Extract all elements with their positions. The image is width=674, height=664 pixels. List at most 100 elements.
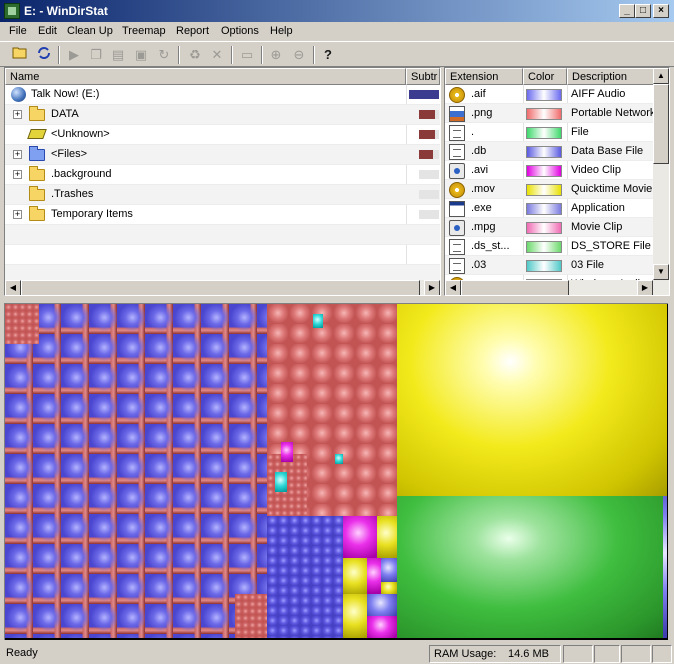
scroll-right-icon[interactable]: ▶ (637, 280, 653, 295)
treemap-cell-mov-files[interactable] (381, 582, 397, 594)
windirstat-app-icon[interactable] (4, 3, 20, 19)
extension-color-swatch (526, 260, 562, 272)
extension-row[interactable]: .mpg Movie Clip (445, 218, 653, 237)
tree-horizontal-scrollbar[interactable]: ◀ ▶ (5, 280, 440, 295)
toolbar-separator (231, 46, 233, 64)
file-type-icon (449, 220, 465, 236)
scrollbar-thumb[interactable] (461, 280, 569, 295)
toolbar-separator (313, 46, 315, 64)
close-button[interactable]: × (653, 4, 669, 18)
tree-row[interactable] (5, 225, 440, 245)
extension-horizontal-scrollbar[interactable]: ◀ ▶ (445, 280, 669, 295)
treemap-cell-png-files[interactable] (5, 304, 39, 344)
expand-toggle-icon[interactable]: + (13, 110, 22, 119)
extension-row[interactable]: .03 03 File (445, 256, 653, 275)
file-type-icon (449, 106, 465, 122)
menu-file[interactable]: File (9, 25, 27, 37)
treemap-cell-mov-files[interactable] (343, 594, 367, 638)
extension-row[interactable]: . File (445, 123, 653, 142)
menu-clean-up[interactable]: Clean Up (67, 25, 113, 37)
treemap-cell-avi-files[interactable] (367, 616, 397, 638)
extension-row[interactable]: .aif AIFF Audio (445, 85, 653, 104)
treemap-cell-aif-files[interactable] (5, 304, 267, 638)
scroll-right-icon[interactable]: ▶ (424, 280, 440, 295)
help-icon[interactable]: ? (317, 45, 339, 65)
extension-row[interactable]: .ds_st... DS_STORE File (445, 237, 653, 256)
scroll-left-icon[interactable]: ◀ (5, 280, 21, 295)
extension-row[interactable]: .png Portable Network Graphics (445, 104, 653, 123)
run-icon[interactable]: ▶ (63, 45, 85, 65)
tree-row[interactable]: + <Files> (5, 145, 440, 165)
menu-report[interactable]: Report (176, 25, 209, 37)
expand-toggle-icon[interactable]: + (13, 210, 22, 219)
delete-icon[interactable]: ✕ (206, 45, 228, 65)
column-header-description[interactable]: Description (567, 68, 655, 85)
extension-name: . (471, 126, 475, 138)
refresh-selected-icon[interactable]: ↻ (153, 45, 175, 65)
extension-row[interactable]: .avi Video Clip (445, 161, 653, 180)
treemap-cell-avi-files[interactable] (281, 442, 293, 462)
treemap-cell-03-files[interactable] (275, 472, 287, 492)
file-type-icon (449, 182, 465, 198)
scroll-left-icon[interactable]: ◀ (445, 280, 461, 295)
treemap-cell-avi-files[interactable] (367, 558, 381, 594)
treemap-cell-mov-files[interactable] (343, 558, 367, 594)
scroll-down-icon[interactable]: ▼ (653, 264, 669, 280)
explorer-icon[interactable]: ▤ (107, 45, 129, 65)
copy-path-icon[interactable]: ❐ (85, 45, 107, 65)
treemap-cell-png-files[interactable] (267, 454, 307, 516)
treemap[interactable] (4, 303, 668, 640)
ram-usage-panel: RAM Usage: 14.6 MB (429, 645, 561, 663)
extension-row[interactable]: .exe Application (445, 199, 653, 218)
tree-row[interactable]: Talk Now! (E:) (5, 85, 440, 105)
extension-list-pane: Extension Color Description .aif AIFF Aud… (444, 67, 670, 296)
treemap-cell-mov-file[interactable] (397, 304, 667, 496)
scroll-up-icon[interactable]: ▲ (653, 68, 669, 84)
refresh-icon[interactable] (33, 45, 55, 65)
menu-edit[interactable]: Edit (38, 25, 57, 37)
treemap-cell-png-files[interactable] (235, 594, 267, 638)
tree-row[interactable]: + Temporary Items (5, 205, 440, 225)
menu-help[interactable]: Help (270, 25, 293, 37)
extension-row[interactable]: .mov Quicktime Movie (445, 180, 653, 199)
size-grip-icon[interactable] (652, 645, 672, 663)
open-folder-icon[interactable] (9, 45, 31, 65)
new-folder-icon[interactable]: ▭ (236, 45, 258, 65)
command-prompt-icon[interactable]: ▣ (130, 45, 152, 65)
expand-toggle-icon[interactable]: + (13, 150, 22, 159)
expand-toggle-icon[interactable]: + (13, 170, 22, 179)
tree-row[interactable]: + .background (5, 165, 440, 185)
extension-color-swatch (526, 127, 562, 139)
treemap-cell-avi-files[interactable] (343, 516, 377, 558)
column-header-subtree[interactable]: Subtr (406, 68, 440, 85)
treemap-cell-exe-files[interactable] (381, 558, 397, 582)
extension-color-swatch (526, 146, 562, 158)
menu-bar: File Edit Clean Up Treemap Report Option… (0, 22, 674, 41)
zoom-in-icon[interactable]: ⊕ (265, 45, 287, 65)
treemap-cell-03-files[interactable] (313, 314, 323, 328)
minimize-button[interactable]: _ (619, 4, 635, 18)
menu-options[interactable]: Options (221, 25, 259, 37)
extension-row[interactable]: .db Data Base File (445, 142, 653, 161)
maximize-button[interactable]: □ (635, 4, 651, 18)
zoom-out-icon[interactable]: ⊖ (288, 45, 310, 65)
treemap-cell-mov-files[interactable] (377, 516, 397, 558)
treemap-cell-exe-files[interactable] (367, 594, 397, 616)
tree-row[interactable]: <Unknown> (5, 125, 440, 145)
scrollbar-thumb[interactable] (21, 280, 420, 295)
column-header-color[interactable]: Color (523, 68, 567, 85)
status-panel-num (594, 645, 620, 663)
treemap-cell-03-files[interactable] (335, 454, 343, 464)
tree-row[interactable] (5, 245, 440, 265)
column-header-name[interactable]: Name (5, 68, 406, 85)
menu-treemap[interactable]: Treemap (122, 25, 166, 37)
treemap-cell-db-files[interactable] (267, 516, 343, 638)
treemap-cell-unknown-file[interactable] (397, 496, 663, 638)
column-header-extension[interactable]: Extension (445, 68, 523, 85)
tree-row[interactable]: + DATA (5, 105, 440, 125)
tree-row[interactable]: .Trashes (5, 185, 440, 205)
recycle-bin-icon[interactable]: ♻ (184, 45, 206, 65)
extension-vertical-scrollbar[interactable]: ▲ ▼ (653, 68, 669, 280)
treemap-cell-exe-files[interactable] (663, 496, 667, 638)
scrollbar-thumb[interactable] (653, 84, 669, 164)
